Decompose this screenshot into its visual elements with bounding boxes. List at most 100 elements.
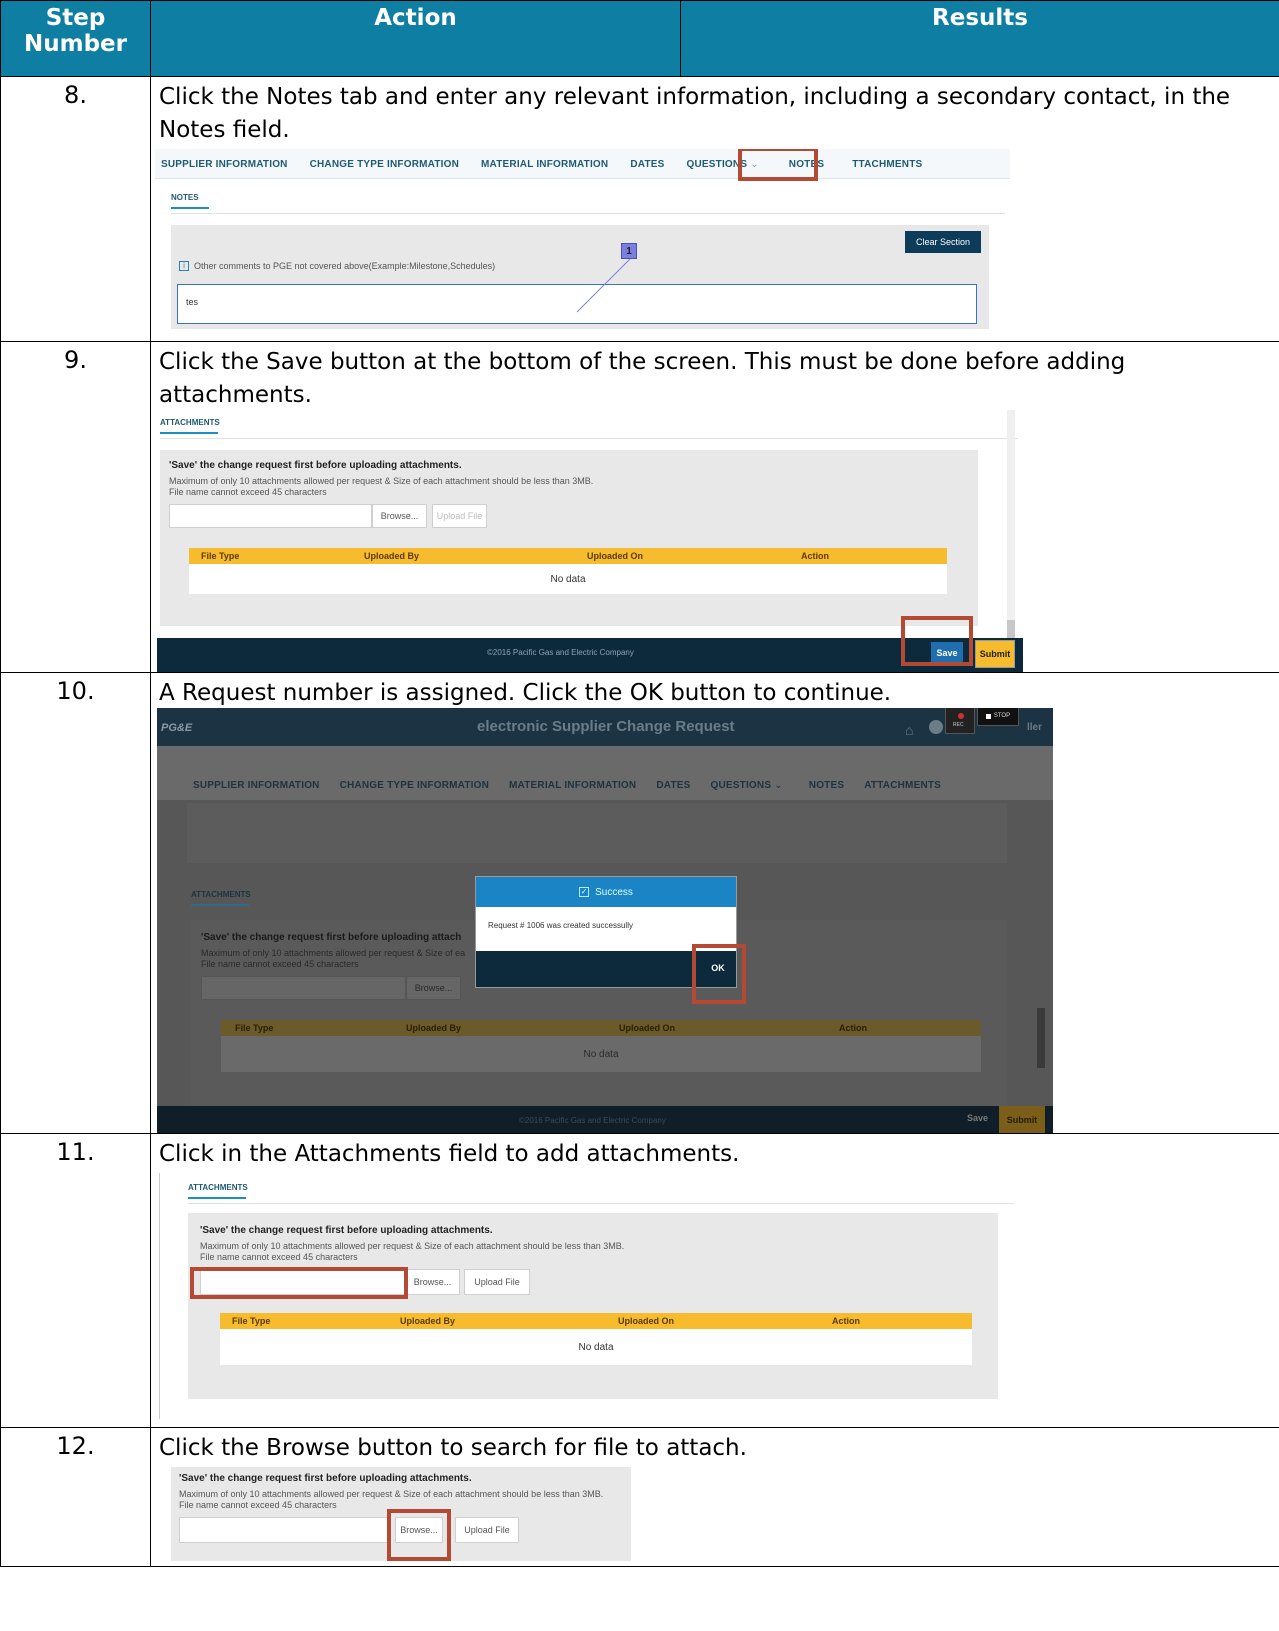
highlight-notes-tab [738,149,818,181]
no-data-row: No data [189,564,947,594]
dialog-header: ✓ Success [476,877,736,907]
tab-notes[interactable]: NOTES [809,780,844,791]
tab-dates[interactable]: DATES [656,780,690,791]
home-icon[interactable]: ⌂ [905,722,913,738]
copyright: ©2016 Pacific Gas and Electric Company [487,648,634,657]
column-header: File Type [232,1316,271,1326]
browse-button[interactable]: Browse... [406,976,461,1000]
tab-supplier-information[interactable]: SUPPLIER INFORMATION [161,159,288,170]
submit-button[interactable]: Submit [975,640,1015,668]
column-header: File Type [201,551,240,561]
stop-icon [985,713,991,719]
action-text: Click in the Attachments field to add at… [159,1141,740,1167]
action-header: Action [150,0,681,77]
highlight-ok-button [692,944,746,1004]
submit-button[interactable]: Submit [999,1106,1045,1133]
upload-file-button[interactable]: Upload File [464,1269,530,1295]
save-warning: 'Save' the change request first before u… [200,1225,493,1236]
column-header: Uploaded On [619,1023,675,1033]
scrollbar-thumb[interactable] [1037,1008,1045,1068]
success-screenshot: PG&E electronic Supplier Change Request … [157,708,1053,1133]
tab-material-information[interactable]: MATERIAL INFORMATION [509,780,636,791]
attachments-info: Maximum of only 10 attachments allowed p… [201,948,465,970]
divider [188,1203,1014,1204]
procedure-table: Step Number Action Results 8. Click the … [0,0,1279,1567]
rec-button[interactable]: REC [945,708,975,734]
user-icon[interactable] [929,720,943,734]
action-text: Click the Save button at the bottom of t… [159,349,1126,408]
attachments-table-header: File Type Uploaded By Uploaded On Action [189,548,947,564]
tab-questions-label: QUESTIONS [710,780,772,791]
pge-logo: PG&E [161,722,193,734]
step-number: 12. [0,1427,151,1567]
highlight-file-input [190,1267,408,1299]
browse-button[interactable]: Browse... [405,1269,460,1295]
attachments-section-label: ATTACHMENTS [160,418,220,427]
action-cell: Click the Notes tab and enter any releva… [150,76,1279,342]
step-number: 8. [0,76,151,342]
file-name-input[interactable] [179,1517,389,1543]
step-number: 11. [0,1133,151,1428]
dialog-message: Request # 1006 was created successully [488,921,633,930]
notes-info: i Other comments to PGE not covered abov… [179,261,495,271]
file-name-input[interactable] [201,976,406,1000]
save-warning: 'Save' the change request first before u… [179,1473,472,1484]
highlight-save-button [901,616,973,666]
action-cell: A Request number is assigned. Click the … [150,672,1279,1134]
section-underline [171,207,209,209]
info-icon: i [179,261,189,271]
notes-info-text: Other comments to PGE not covered above(… [194,261,496,271]
save-warning: 'Save' the change request first before u… [201,932,462,943]
notes-panel-dim [187,803,1007,863]
highlight-browse-button [387,1509,451,1561]
upload-file-button[interactable]: Upload File [455,1517,519,1543]
attachments-info: Maximum of only 10 attachments allowed p… [200,1241,624,1263]
column-header: Uploaded By [400,1316,456,1326]
tab-change-type-information[interactable]: CHANGE TYPE INFORMATION [340,780,489,791]
column-header: Uploaded On [587,551,643,561]
info-line: Maximum of only 10 attachments allowed p… [200,1241,625,1251]
browse-button[interactable]: Browse... [372,504,427,528]
info-line: Maximum of only 10 attachments allowed p… [179,1489,604,1499]
tab-supplier-information[interactable]: SUPPLIER INFORMATION [193,780,320,791]
stop-button[interactable]: STOP [977,708,1019,726]
step-number: 9. [0,341,151,673]
tab-attachments[interactable]: TTACHMENTS [852,159,922,170]
column-header: Action [801,551,829,561]
check-icon: ✓ [579,887,590,897]
notes-screenshot: SUPPLIER INFORMATION CHANGE TYPE INFORMA… [155,149,1010,341]
info-line: File name cannot exceed 45 characters [169,487,327,497]
table-header-row: Step Number Action Results [0,0,1279,77]
chevron-down-icon: ⌄ [774,780,783,791]
attachments-field-screenshot: ATTACHMENTS 'Save' the change request fi… [159,1173,1019,1419]
attachments-info: Maximum of only 10 attachments allowed p… [179,1489,603,1511]
action-cell: Click in the Attachments field to add at… [150,1133,1279,1428]
save-button[interactable]: Save [967,1113,988,1123]
column-header: File Type [235,1023,274,1033]
upload-file-button[interactable]: Upload File [432,504,487,528]
rec-label: REC [953,722,964,728]
action-cell: Click the Save button at the bottom of t… [150,341,1279,673]
table-row: 11. Click in the Attachments field to ad… [0,1133,1279,1428]
stop-label: STOP [993,713,1011,719]
app-title: electronic Supplier Change Request [477,718,735,735]
step-number-header: Step Number [0,0,151,77]
save-warning: 'Save' the change request first before u… [169,460,462,471]
section-underline [160,432,218,434]
tab-material-information[interactable]: MATERIAL INFORMATION [481,159,608,170]
tab-bar-bg [157,746,1053,800]
file-name-input[interactable] [169,504,372,528]
step-number: 10. [0,672,151,1134]
tab-questions[interactable]: QUESTIONS ⌄ [711,780,783,791]
info-line: Maximum of only 10 attachments allowed p… [169,476,594,486]
results-header: Results [680,0,1279,77]
table-row: 12. Click the Browse button to search fo… [0,1427,1279,1567]
table-row: 9. Click the Save button at the bottom o… [0,341,1279,673]
attachments-section-label: ATTACHMENTS [188,1183,248,1192]
tab-change-type-information[interactable]: CHANGE TYPE INFORMATION [310,159,459,170]
divider [171,213,1005,214]
tab-bar: SUPPLIER INFORMATION CHANGE TYPE INFORMA… [187,780,941,791]
clear-section-button[interactable]: Clear Section [905,231,981,253]
tab-dates[interactable]: DATES [630,159,664,170]
tab-attachments[interactable]: ATTACHMENTS [864,780,941,791]
